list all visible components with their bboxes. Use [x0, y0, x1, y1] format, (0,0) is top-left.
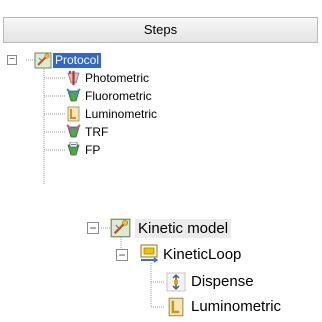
collapse-kinetic-model-button[interactable]: − — [87, 222, 99, 234]
dispense-icon — [166, 272, 186, 297]
tree-item-luminometric-2[interactable]: Luminometric — [191, 297, 281, 316]
collapse-kinetic-loop-button[interactable]: − — [116, 249, 128, 261]
fp-icon — [66, 141, 81, 163]
tree-item-luminometric[interactable]: Luminometric — [85, 107, 157, 122]
protocol-wand-icon — [110, 218, 131, 243]
tree-item-protocol[interactable]: Protocol — [53, 53, 102, 68]
tree-item-dispense[interactable]: Dispense — [191, 272, 254, 291]
collapse-protocol-button[interactable]: − — [7, 55, 17, 65]
kinetic-loop-icon — [139, 243, 159, 268]
tree-item-trf[interactable]: TRF — [85, 125, 108, 140]
tree-item-photometric[interactable]: Photometric — [85, 71, 149, 86]
tree-connector-lines — [26, 59, 165, 308]
protocol-wand-icon — [34, 52, 52, 74]
tree-item-kinetic-model[interactable]: Kinetic model — [135, 219, 232, 238]
luminometric-icon — [166, 297, 186, 322]
tree-item-kinetic-loop[interactable]: KineticLoop — [163, 245, 241, 264]
tree-item-fp[interactable]: FP — [85, 143, 100, 158]
tree-item-fluorometric[interactable]: Fluorometric — [85, 89, 152, 104]
